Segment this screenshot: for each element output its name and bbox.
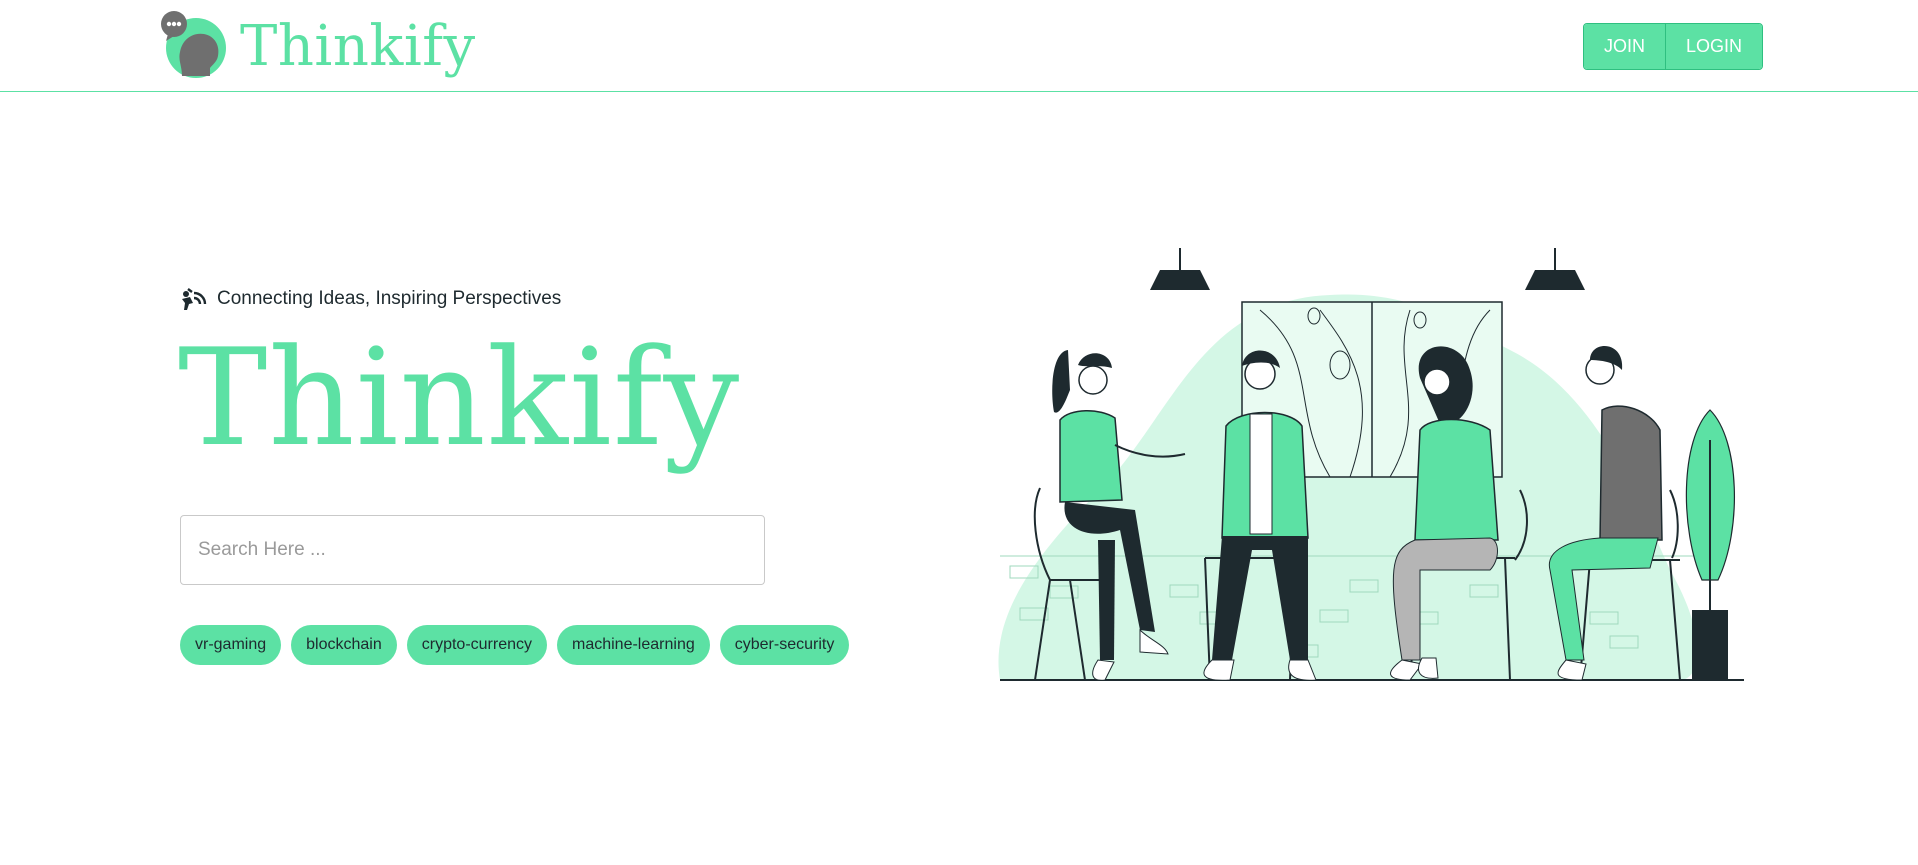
site-header: Thinkify JOIN LOGIN <box>0 0 1918 92</box>
potted-plant <box>1685 409 1735 680</box>
login-button[interactable]: LOGIN <box>1666 24 1763 69</box>
tag-blockchain[interactable]: blockchain <box>291 625 397 665</box>
tag-machine-learning[interactable]: machine-learning <box>557 625 710 665</box>
search-input[interactable] <box>180 515 765 585</box>
tag-cyber-security[interactable]: cyber-security <box>719 625 850 665</box>
broadcast-icon <box>182 288 207 310</box>
hero-title: Thinkify <box>178 320 741 476</box>
people-discussion-illustration <box>998 248 1744 681</box>
lamp-right <box>1525 270 1585 290</box>
brand-logo[interactable]: Thinkify <box>160 10 476 80</box>
tagline-text: Connecting Ideas, Inspiring Perspectives <box>217 288 562 309</box>
join-button[interactable]: JOIN <box>1584 24 1667 69</box>
brand-name: Thinkify <box>240 14 476 79</box>
tagline: Connecting Ideas, Inspiring Perspectives <box>180 286 561 312</box>
tag-crypto-currency[interactable]: crypto-currency <box>406 625 547 665</box>
tag-vr-gaming[interactable]: vr-gaming <box>180 625 282 665</box>
auth-button-group: JOIN LOGIN <box>1583 23 1764 70</box>
lamp-left <box>1150 270 1210 290</box>
topic-tags: vr-gaming blockchain crypto-currency mac… <box>180 625 850 665</box>
speech-head-logo-icon <box>161 11 226 78</box>
